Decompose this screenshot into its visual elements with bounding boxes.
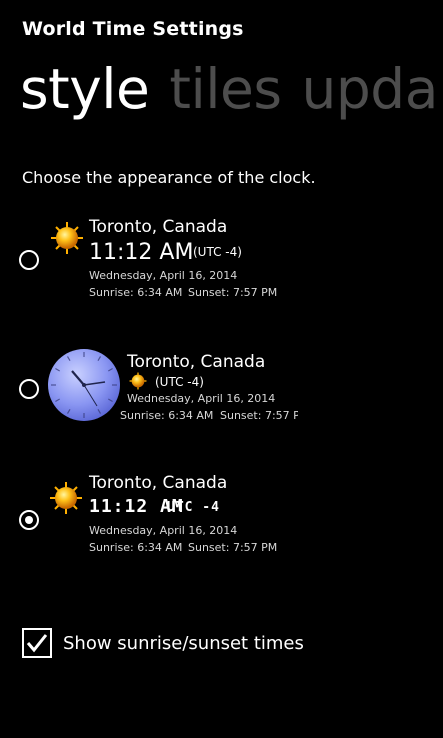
date-label: Wednesday, April 16, 2014: [89, 524, 238, 537]
date-label: Wednesday, April 16, 2014: [89, 269, 238, 282]
section-prompt: Choose the appearance of the clock.: [22, 168, 316, 187]
show-sun-times-checkbox[interactable]: [22, 628, 52, 658]
utc-offset: UTC -4: [167, 500, 220, 515]
city-label: Toronto, Canada: [89, 217, 228, 237]
sunset-label: Sunset: 7:57 PM: [188, 541, 278, 554]
sun-icon: [129, 372, 147, 390]
sunrise-label: Sunrise: 6:34 AM: [89, 541, 183, 554]
sunrise-label: Sunrise: 6:34 AM: [120, 409, 214, 422]
style-option-2-radio[interactable]: [19, 379, 39, 399]
utc-offset: (UTC -4): [155, 375, 204, 389]
sunset-label: Sunset: 7:57 PM: [220, 409, 298, 422]
analog-clock-icon: [47, 348, 121, 426]
sun-icon: [50, 221, 84, 255]
date-label: Wednesday, April 16, 2014: [127, 392, 276, 405]
pivot-header: style tiles upda: [20, 54, 443, 124]
show-sun-times-label[interactable]: Show sunrise/sunset times: [63, 633, 304, 654]
app-title: World Time Settings: [22, 18, 244, 40]
city-label: Toronto, Canada: [89, 473, 228, 493]
style-option-1-radio[interactable]: [19, 250, 39, 270]
tab-updates[interactable]: upda: [302, 57, 439, 121]
sunset-label: Sunset: 7:57 PM: [188, 286, 278, 299]
style-option-3-radio[interactable]: [19, 510, 39, 530]
city-label: Toronto, Canada: [127, 352, 266, 372]
utc-offset: (UTC -4): [193, 245, 242, 259]
sunrise-label: Sunrise: 6:34 AM: [89, 286, 183, 299]
sun-icon: [49, 481, 83, 515]
tab-style[interactable]: style: [20, 57, 150, 121]
checkmark-icon: [26, 634, 48, 653]
time-display: 11:12 AM: [89, 240, 194, 265]
tab-tiles[interactable]: tiles: [169, 57, 282, 121]
